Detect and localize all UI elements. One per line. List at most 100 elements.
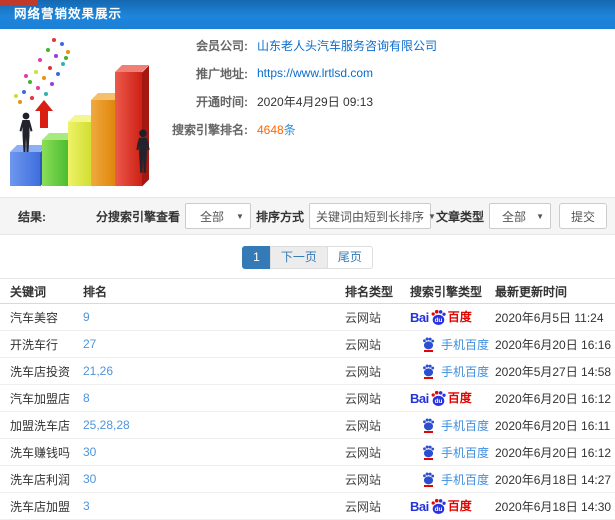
update-time-cell: 2020年6月20日 16:11 <box>495 418 611 433</box>
engine-filter-label: 分搜索引擎查看 <box>95 209 180 224</box>
rank-link[interactable]: 25,28,28 <box>83 418 345 432</box>
rank-link[interactable]: 3 <box>83 499 345 513</box>
engine-filter-select[interactable]: 全部 ▼ <box>184 203 251 229</box>
sort-select[interactable]: 关键词由短到长排序 ▼ <box>308 203 436 229</box>
baidu-mobile-logo: 手机百度 <box>410 471 489 488</box>
baidu-mobile-logo: 手机百度 <box>410 363 489 380</box>
article-type-label: 文章类型 <box>435 209 484 224</box>
rank-type-cell: 云网站 <box>345 445 382 460</box>
baidu-mobile-logo: 手机百度 <box>410 336 489 353</box>
baidu-paw-icon: du <box>431 390 446 406</box>
rank-link[interactable]: 27 <box>83 337 345 351</box>
last-page-button[interactable]: 尾页 <box>326 246 373 269</box>
red-underline <box>424 484 433 487</box>
baidu-paw-icon <box>423 364 435 376</box>
open-time-row: 开通时间: 2020年4月29日 09:13 <box>158 87 608 115</box>
baidu-paw-icon: du <box>431 309 446 325</box>
rank-type-cell: 云网站 <box>345 337 382 352</box>
baidu-paw-icon <box>423 418 435 430</box>
table-row: 汽车加盟店 8 云网站 Bai du 百度 2020年6月20日 16:12 <box>0 385 615 412</box>
update-time-cell: 2020年6月20日 16:12 <box>495 445 612 460</box>
col-engine-type: 搜索引擎类型 <box>410 284 483 299</box>
open-time-label: 开通时间: <box>196 94 248 109</box>
keyword-rank-table: 关键词 排名 排名类型 搜索引擎类型 最新更新时间 汽车美容 9 云网站 Bai <box>0 278 615 520</box>
engine-rank-row: 搜索引擎排名: 4648条 <box>158 115 608 143</box>
result-label: 结果: <box>18 209 46 224</box>
bar-chart-blue-bar <box>10 145 47 186</box>
rank-type-cell: 云网站 <box>345 472 382 487</box>
table-row: 洗车店投资 21,26 云网站 Bai du 百度 <box>0 358 615 385</box>
keyword-cell: 洗车店利润 <box>10 472 71 487</box>
red-underline <box>424 349 433 352</box>
update-time-cell: 2020年5月27日 14:58 <box>495 364 612 379</box>
member-company-row: 会员公司: 山东老人头汽车服务咨询有限公司 <box>158 31 608 59</box>
baidu-mobile-logo: 手机百度 <box>410 417 489 434</box>
engine-cell: Bai du 百度 <box>410 309 495 326</box>
svg-text:du: du <box>434 317 442 324</box>
rank-link[interactable]: 8 <box>83 391 345 405</box>
engine-cell: Bai du 百度 <box>410 417 495 434</box>
baidu-mobile-logo: 手机百度 <box>410 444 489 461</box>
engine-cell: Bai du 百度 <box>410 471 495 488</box>
baidu-paw-icon <box>423 472 435 484</box>
rank-link[interactable]: 9 <box>83 310 345 324</box>
rank-type-cell: 云网站 <box>345 310 382 325</box>
table-row: 汽车美容 9 云网站 Bai du 百度 2020年6月5日 11:24 <box>0 304 615 331</box>
sort-label: 排序方式 <box>255 209 304 224</box>
bar-chart-green-bar <box>42 133 75 186</box>
page-1-button[interactable]: 1 <box>242 246 271 269</box>
next-page-button[interactable]: 下一页 <box>269 246 328 269</box>
bar-chart-orange-bar <box>91 93 124 186</box>
col-rank-type: 排名类型 <box>345 284 394 299</box>
rank-link[interactable]: 21,26 <box>83 364 345 378</box>
keyword-cell: 加盟洗车店 <box>10 418 71 433</box>
col-rank: 排名 <box>83 284 108 299</box>
article-type-select[interactable]: 全部 ▼ <box>488 203 551 229</box>
col-keyword: 关键词 <box>10 284 47 299</box>
keyword-cell: 洗车赚钱吗 <box>10 445 71 460</box>
red-underline <box>424 376 433 379</box>
rank-link[interactable]: 30 <box>83 445 345 459</box>
bar-chart-lime-bar <box>68 115 100 186</box>
keyword-cell: 汽车加盟店 <box>10 391 71 406</box>
company-link[interactable]: 山东老人头汽车服务咨询有限公司 <box>257 37 437 54</box>
businessman-figure-left <box>19 112 33 152</box>
promo-url-label: 推广地址: <box>196 66 248 81</box>
article-type-value: 全部 <box>502 209 527 224</box>
keyword-cell: 洗车店投资 <box>10 364 71 379</box>
red-underline <box>424 457 433 460</box>
update-time-cell: 2020年6月5日 11:24 <box>495 310 604 325</box>
engine-rank-value: 4648条 <box>257 121 296 138</box>
submit-button[interactable]: 提交 <box>558 203 607 229</box>
title-bar: 网络营销效果展示 <box>0 0 615 29</box>
chevron-down-icon: ▼ <box>536 211 544 221</box>
promo-url-row: 推广地址: https://www.lrtlsd.com <box>158 59 608 87</box>
keyword-cell: 开洗车行 <box>10 337 59 352</box>
marketing-illustration <box>4 32 172 188</box>
filter-bar: 结果: 分搜索引擎查看 全部 ▼ 排序方式 关键词由短到长排序 ▼ 文章类型 全… <box>0 197 615 235</box>
col-update-time: 最新更新时间 <box>495 284 568 299</box>
red-underline <box>424 430 433 433</box>
svg-text:du: du <box>434 506 442 513</box>
baidu-pc-logo: Bai du 百度 <box>410 309 472 325</box>
update-time-cell: 2020年6月18日 14:30 <box>495 499 612 514</box>
engine-cell: Bai du 百度 <box>410 336 495 353</box>
baidu-paw-icon <box>423 445 435 457</box>
pagination: 1 下一页 尾页 <box>0 246 615 269</box>
rank-link[interactable]: 30 <box>83 472 345 486</box>
engine-rank-label: 搜索引擎排名: <box>172 122 248 137</box>
sort-value: 关键词由短到长排序 <box>315 209 424 224</box>
table-header-row: 关键词 排名 排名类型 搜索引擎类型 最新更新时间 <box>0 279 615 304</box>
table-body: 汽车美容 9 云网站 Bai du 百度 2020年6月5日 11:24 开洗车… <box>0 304 615 520</box>
table-row: 洗车店加盟 3 云网站 Bai du 百度 2020年6月18日 14:30 <box>0 493 615 520</box>
open-time-value: 2020年4月29日 09:13 <box>257 94 374 109</box>
svg-text:du: du <box>434 398 442 405</box>
promo-url-link[interactable]: https://www.lrtlsd.com <box>257 66 373 80</box>
baidu-paw-icon: du <box>431 498 446 514</box>
update-time-cell: 2020年6月20日 16:12 <box>495 391 612 406</box>
update-time-cell: 2020年6月20日 16:16 <box>495 337 612 352</box>
chevron-down-icon: ▼ <box>427 211 436 221</box>
baidu-pc-logo: Bai du 百度 <box>410 390 472 406</box>
engine-cell: Bai du 百度 <box>410 390 495 407</box>
engine-filter-value: 全部 <box>199 209 224 224</box>
